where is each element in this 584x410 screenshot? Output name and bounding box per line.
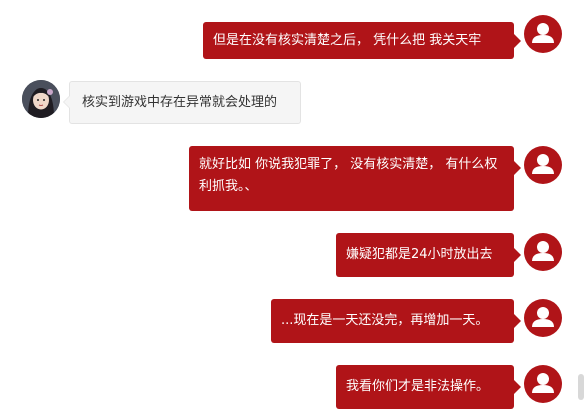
scrollbar-thumb[interactable] [578,374,584,400]
message-text: 核实到游戏中存在异常就会处理的 [82,95,278,110]
agent-message-bubble: 核实到游戏中存在异常就会处理的 [63,81,301,124]
message-text: 但是在没有核实清楚之后， 凭什么把 我关天牢 [213,33,482,48]
user-message-bubble: 但是在没有核实清楚之后， 凭什么把 我关天牢 [203,22,521,59]
message-text: 嫌疑犯都是24小时放出去 [346,247,493,262]
message-text: ...现在是一天还没完，再增加一天。 [281,313,489,328]
user-message-bubble: 嫌疑犯都是24小时放出去 [336,233,521,277]
user-message-bubble: 就好比如 你说我犯罪了， 没有核实清楚， 有什么权利抓我。、 [189,146,521,211]
user-avatar-icon[interactable] [524,233,562,271]
user-avatar-icon[interactable] [524,299,562,337]
user-avatar-icon[interactable] [524,15,562,53]
user-message-bubble: ...现在是一天还没完，再增加一天。 [271,299,521,343]
user-message-bubble: 我看你们才是非法操作。 [336,365,521,409]
message-text: 就好比如 你说我犯罪了， 没有核实清楚， 有什么权利抓我。、 [199,157,498,194]
message-text: 我看你们才是非法操作。 [346,379,490,394]
agent-avatar[interactable] [22,80,60,118]
user-avatar-icon[interactable] [524,146,562,184]
user-avatar-icon[interactable] [524,365,562,403]
